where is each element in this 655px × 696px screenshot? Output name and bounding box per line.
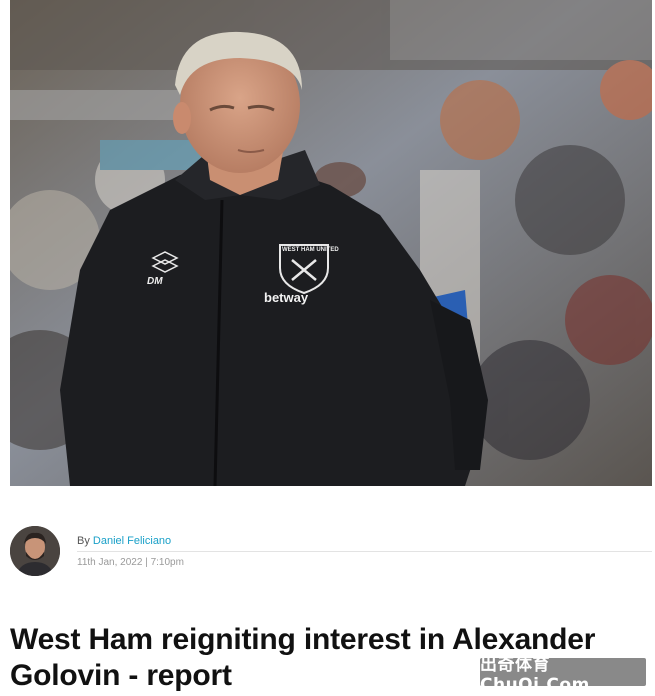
jacket-initials: DM [147,276,163,287]
watermark-text: 出奇体育ChuQi.Com [480,654,590,695]
byline: By Daniel Feliciano [77,535,171,547]
hero-image: WEST HAM UNITED betway DM [10,0,652,486]
author-block: By Daniel Feliciano 11th Jan, 2022 | 7:1… [10,526,652,580]
byline-prefix: By [77,535,90,547]
site-watermark: 出奇体育ChuQi.Com [480,655,646,695]
sponsor-logo-text: betway [264,290,309,305]
publish-date: 11th Jan, 2022 | 7:10pm [77,557,184,568]
crest-text: WEST HAM UNITED [282,247,339,253]
author-name-link[interactable]: Daniel Feliciano [93,535,171,547]
byline-divider [77,551,652,552]
author-avatar[interactable] [10,526,60,576]
